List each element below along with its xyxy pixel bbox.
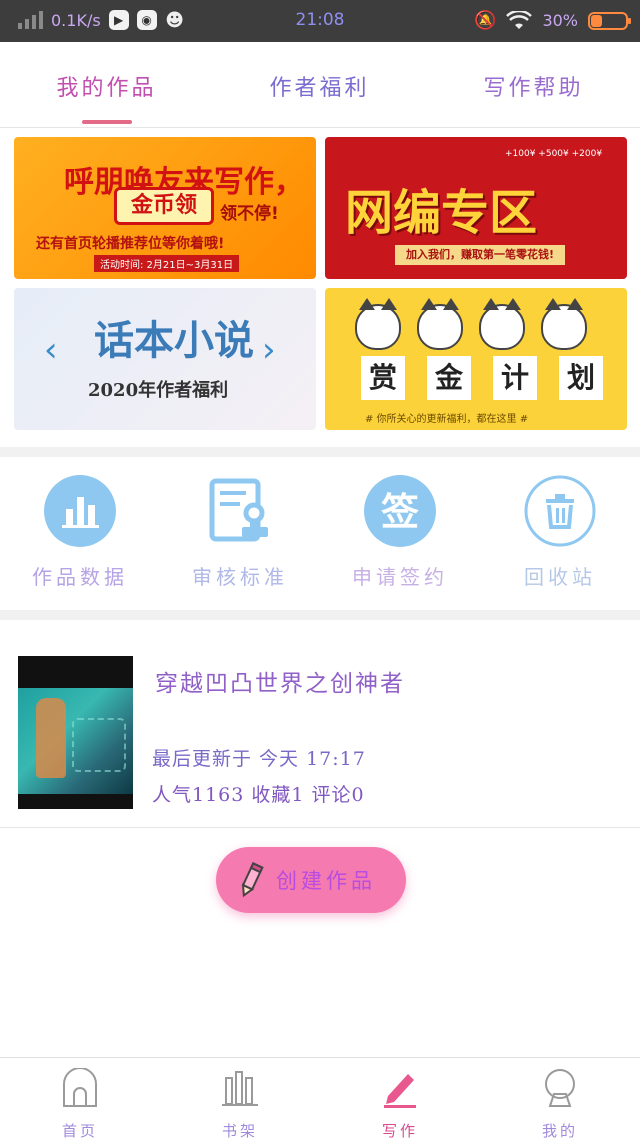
nav-write[interactable]: 写作 xyxy=(320,1066,480,1141)
nav-bookshelf[interactable]: 书架 xyxy=(160,1066,320,1141)
work-cover-image xyxy=(18,656,133,809)
banner-bounty-plan[interactable]: 赏 金 计 划 # 你所关心的更新福利，都在这里 # xyxy=(325,288,627,430)
bookshelf-icon xyxy=(160,1066,320,1110)
action-label: 申请签约 xyxy=(352,565,448,589)
action-label: 回收站 xyxy=(524,565,596,589)
work-stats: 人气1163 收藏1 评论0 xyxy=(152,784,365,806)
top-tabs: 我的作品 作者福利 写作帮助 xyxy=(0,42,640,128)
action-label: 审核标准 xyxy=(192,565,288,589)
banner-invite-sub: 还有首页轮播推荐位等你着哦! xyxy=(36,236,225,252)
banner-invite-friends[interactable]: 呼朋唤友来写作， 金币领 领不停! 还有首页轮播推荐位等你着哦! 活动时间: 2… xyxy=(14,137,316,279)
work-updated: 最后更新于 今天 17:17 xyxy=(152,748,366,770)
tab-my-works[interactable]: 我的作品 xyxy=(0,70,213,102)
battery-percent: 30% xyxy=(542,11,578,30)
action-recycle-bin[interactable]: 回收站 xyxy=(480,475,640,590)
cat-icon xyxy=(479,298,525,350)
work-list-item[interactable]: 穿越凹凸世界之创神者 最后更新于 今天 17:17 人气1163 收藏1 评论0 xyxy=(0,620,640,828)
bounty-card: 金 xyxy=(427,356,471,400)
banner-editor-zone[interactable]: +100¥ +500¥ +200¥ 网编专区 加入我们，赚取第一笔零花钱! xyxy=(325,137,627,279)
wifi-icon xyxy=(506,10,533,29)
banner-editor-title: 网编专区 xyxy=(345,185,538,241)
banner-invite-coin: 金币领 xyxy=(114,187,214,225)
create-work-label: 创建作品 xyxy=(276,869,376,893)
status-bar: 0.1K/s ▶ ◉ ☻ 21:08 🔕 30% xyxy=(0,0,640,42)
cat-icon xyxy=(417,298,463,350)
section-divider xyxy=(0,610,640,620)
banner-editor-strip-text: 加入我们，赚取第一笔零花钱! xyxy=(405,248,554,261)
tab-writing-help[interactable]: 写作帮助 xyxy=(427,70,640,102)
banner-editor-coins: +100¥ +500¥ +200¥ xyxy=(505,149,603,159)
cat-icon xyxy=(541,298,587,350)
action-apply-contract[interactable]: 签 申请签约 xyxy=(320,475,480,590)
banner-author-welfare-2020[interactable]: ‹ 话本小说 2020年作者福利 › xyxy=(14,288,316,430)
chevron-left-icon: ‹ xyxy=(44,330,58,370)
battery-icon xyxy=(588,11,631,30)
document-stamp-icon xyxy=(204,475,276,547)
bounty-card: 赏 xyxy=(361,356,405,400)
banner-invite-coin-suffix: 领不停! xyxy=(220,204,279,224)
banner-welfare-sub: 2020年作者福利 xyxy=(88,380,229,401)
banner-welfare-title: 话本小说 xyxy=(94,317,254,364)
section-divider xyxy=(0,447,640,457)
bottom-nav: 首页 书架 写作 我的 xyxy=(0,1057,640,1141)
nav-me[interactable]: 我的 xyxy=(480,1066,640,1141)
cat-illustrations xyxy=(355,298,587,350)
trash-icon xyxy=(524,475,596,547)
action-review-standard[interactable]: 审核标准 xyxy=(160,475,320,590)
write-icon xyxy=(320,1066,480,1110)
bounty-card: 计 xyxy=(493,356,537,400)
banner-invite-date: 活动时间: 2月21日~3月31日 xyxy=(94,255,240,272)
tab-author-benefits[interactable]: 作者福利 xyxy=(213,70,426,102)
nav-home[interactable]: 首页 xyxy=(0,1066,160,1141)
work-title: 穿越凹凸世界之创神者 xyxy=(155,671,405,697)
chevron-right-icon: › xyxy=(262,330,276,370)
bounty-note: # 你所关心的更新福利，都在这里 # xyxy=(365,414,529,425)
active-tab-indicator xyxy=(82,120,132,124)
action-label: 作品数据 xyxy=(32,565,128,589)
mute-icon: 🔕 xyxy=(474,10,497,31)
bounty-card: 划 xyxy=(559,356,603,400)
home-icon xyxy=(0,1066,160,1110)
quick-actions: 作品数据 审核标准 签 申请签约 回收站 xyxy=(0,457,640,610)
banner-editor-strip: 加入我们，赚取第一笔零花钱! xyxy=(395,245,565,265)
pencil-icon xyxy=(238,860,264,900)
sign-icon: 签 xyxy=(364,475,436,547)
banner-grid: 呼朋唤友来写作， 金币领 领不停! 还有首页轮播推荐位等你着哦! 活动时间: 2… xyxy=(0,129,640,447)
create-work-button[interactable]: 创建作品 xyxy=(216,847,406,913)
bounty-cards: 赏 金 计 划 xyxy=(361,356,603,400)
cat-icon xyxy=(355,298,401,350)
svg-text:签: 签 xyxy=(381,490,419,534)
bar-chart-icon xyxy=(44,475,116,547)
action-works-data[interactable]: 作品数据 xyxy=(0,475,160,590)
user-icon xyxy=(480,1066,640,1110)
